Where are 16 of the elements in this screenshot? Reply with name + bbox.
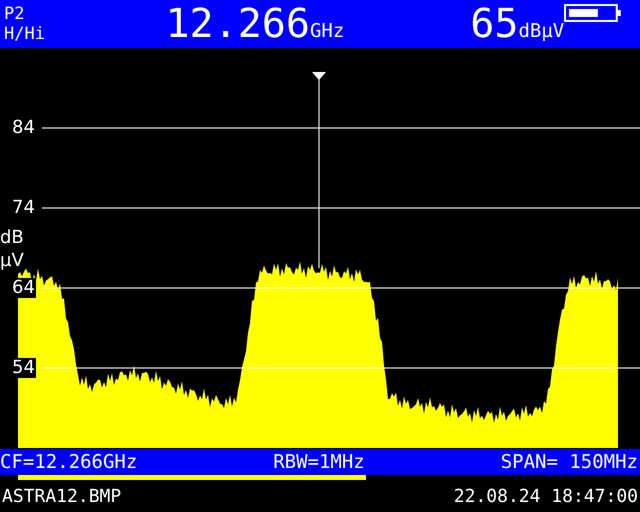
date-time: 22.08.24 18:47:00	[454, 486, 638, 506]
rbw-label: RBW=1MHz	[273, 451, 365, 473]
y-tick-label: 64	[11, 278, 36, 298]
y-axis-label: µV	[0, 250, 24, 271]
y-axis-label: dB	[0, 227, 24, 248]
preset-label: P2	[4, 4, 26, 24]
band-label: H/Hi	[4, 24, 46, 44]
frequency-unit: GHz	[310, 20, 344, 42]
y-tick-label: 54	[11, 358, 36, 378]
center-frequency-label: CF=12.266GHz	[0, 451, 138, 473]
level-unit: dBµV	[518, 20, 564, 42]
frequency-value: 12.266	[165, 2, 310, 46]
span-label: SPAN= 150MHz	[500, 451, 638, 473]
battery-icon	[564, 4, 622, 24]
file-name: ASTRA12.BMP	[2, 486, 122, 506]
level-value: 65	[470, 2, 518, 46]
